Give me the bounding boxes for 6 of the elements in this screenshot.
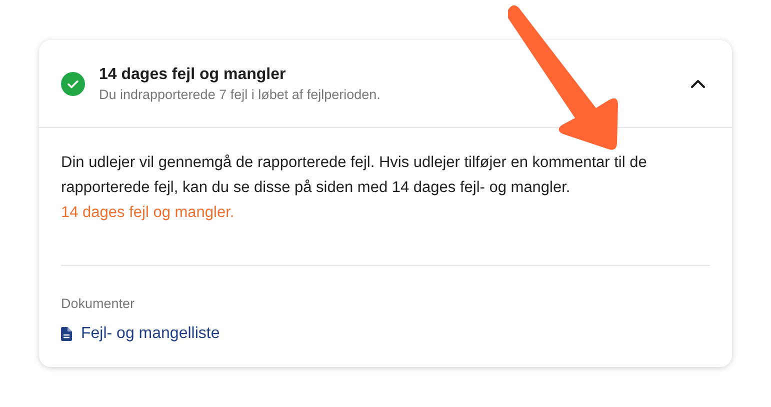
panel-title: 14 dages fejl og mangler	[99, 66, 287, 84]
panel-subtitle: Du indrapporterede 7 fejl i løbet af fejlperioden.	[99, 86, 382, 102]
document-link[interactable]: Fejl- og mangelliste	[61, 325, 710, 343]
document-icon	[61, 327, 72, 341]
info-paragraph: Din udlejer vil gennemgå de rapporterede fejl. Hvis udlejer tilføjer en kommentar til de rapporterede fejl, kan du se disse på siden med 14 dages fejl- og mangler. 14 dages fejl og mangler.	[61, 153, 648, 223]
documents-heading: Dokumenter	[61, 296, 136, 311]
